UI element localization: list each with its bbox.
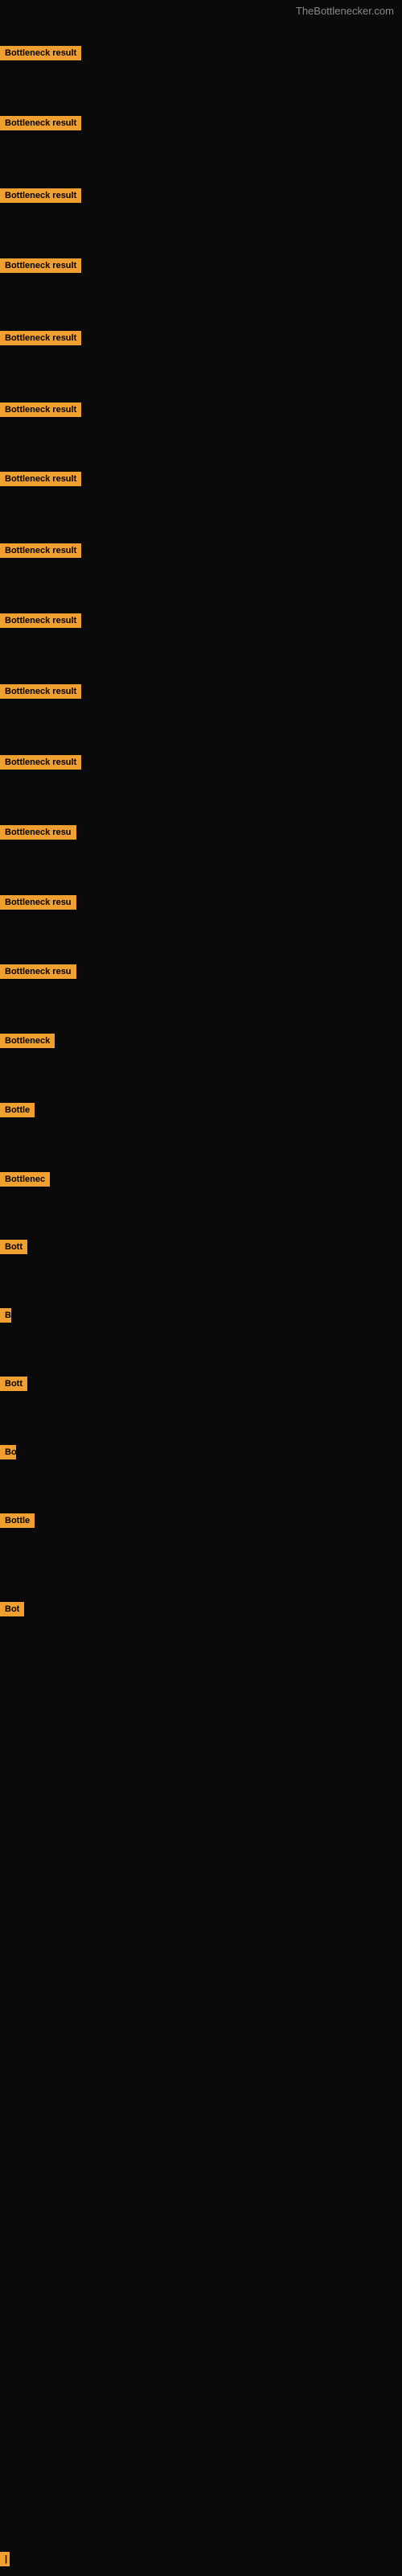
bottleneck-row: Bottle <box>0 1513 35 1532</box>
bottleneck-row: Bottleneck result <box>0 613 81 632</box>
bottleneck-badge: Bottleneck <box>0 1034 55 1048</box>
bottleneck-row: Bottleneck result <box>0 684 81 703</box>
bottleneck-row: Bottleneck resu <box>0 895 76 914</box>
bottleneck-row: Bottleneck <box>0 1034 55 1052</box>
bottleneck-badge: Bottleneck result <box>0 46 81 60</box>
bottleneck-badge: Bottle <box>0 1513 35 1528</box>
bottleneck-badge: Bottleneck result <box>0 613 81 628</box>
bottleneck-badge: Bottleneck result <box>0 755 81 770</box>
bottleneck-row: Bot <box>0 1602 24 1620</box>
bottleneck-row: Bottle <box>0 1103 35 1121</box>
bottleneck-badge: Bott <box>0 1377 27 1391</box>
bottleneck-row: Bottleneck result <box>0 755 81 774</box>
bottleneck-badge: B <box>0 1308 11 1323</box>
bottleneck-row: Bottleneck result <box>0 543 81 562</box>
bottleneck-badge: Bottleneck result <box>0 472 81 486</box>
bottleneck-row: | <box>0 2552 10 2570</box>
bottleneck-badge: Bottleneck result <box>0 258 81 273</box>
bottleneck-row: Bottleneck resu <box>0 825 76 844</box>
bottleneck-row: Bottleneck result <box>0 46 81 64</box>
bottleneck-row: Bottleneck resu <box>0 964 76 983</box>
bottleneck-badge: Bottleneck result <box>0 684 81 699</box>
bottleneck-row: Bottleneck result <box>0 331 81 349</box>
bottleneck-badge: Bottleneck resu <box>0 825 76 840</box>
bottleneck-row: Bottleneck result <box>0 188 81 207</box>
bottleneck-row: B <box>0 1308 11 1327</box>
bottleneck-badge: Bo <box>0 1445 16 1459</box>
bottleneck-badge: Bottleneck resu <box>0 964 76 979</box>
bottleneck-badge: Bottleneck result <box>0 402 81 417</box>
bottleneck-badge: Bott <box>0 1240 27 1254</box>
bottleneck-row: Bottleneck result <box>0 402 81 421</box>
bottleneck-row: Bottleneck result <box>0 116 81 134</box>
bottleneck-badge: Bottleneck result <box>0 116 81 130</box>
bottleneck-row: Bo <box>0 1445 16 1463</box>
bottleneck-row: Bottlenec <box>0 1172 50 1191</box>
bottleneck-row: Bottleneck result <box>0 258 81 277</box>
bottleneck-badge: Bottle <box>0 1103 35 1117</box>
bottleneck-badge: Bottlenec <box>0 1172 50 1187</box>
bottleneck-row: Bott <box>0 1377 27 1395</box>
bottleneck-badge: Bottleneck result <box>0 543 81 558</box>
bottleneck-badge: Bottleneck result <box>0 188 81 203</box>
bottleneck-row: Bottleneck result <box>0 472 81 490</box>
bottleneck-badge: Bot <box>0 1602 24 1616</box>
bottleneck-row: Bott <box>0 1240 27 1258</box>
bottleneck-badge: | <box>0 2552 10 2566</box>
bottleneck-badge: Bottleneck resu <box>0 895 76 910</box>
bottleneck-badge: Bottleneck result <box>0 331 81 345</box>
site-title: TheBottlenecker.com <box>296 5 394 17</box>
